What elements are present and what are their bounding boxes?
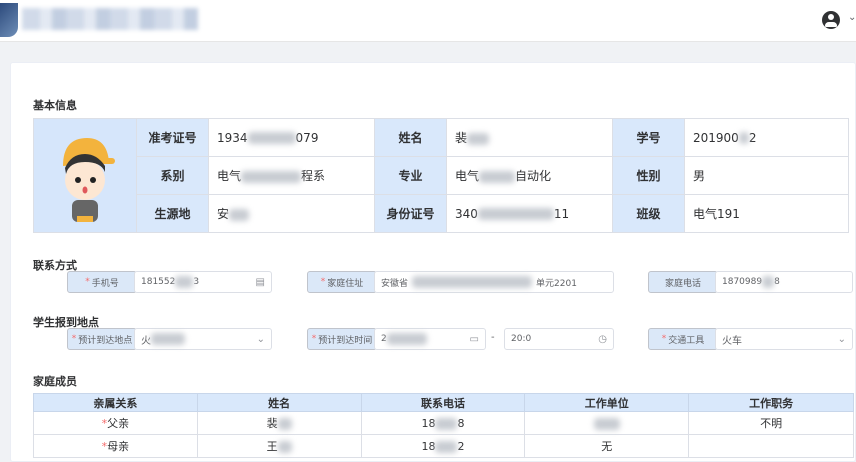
unit-cell: 无: [524, 434, 690, 458]
arrival-date-input[interactable]: 2 ▭: [374, 328, 486, 350]
home-phone-input[interactable]: 1870989 8: [715, 271, 853, 293]
gender-value: 男: [684, 156, 849, 195]
top-bar: ⌄: [0, 0, 856, 42]
arrival-time-label: * 预计到达时间: [307, 328, 377, 350]
major-value: 电气 自动化: [446, 156, 613, 195]
col-phone: 联系电话: [360, 393, 526, 412]
origin-label: 生源地: [136, 194, 209, 233]
address-input[interactable]: 安徽省 单元2201: [374, 271, 614, 293]
name-label: 姓名: [374, 118, 447, 157]
id-value: 340 11: [446, 194, 613, 233]
phone-input[interactable]: 181552 3 ▤: [134, 271, 272, 293]
chevron-down-icon[interactable]: ⌄: [848, 12, 856, 23]
clock-icon: ◷: [598, 334, 607, 345]
col-job: 工作职务: [688, 393, 854, 412]
relation-cell: *父亲: [33, 411, 198, 435]
time-separator: -: [491, 332, 495, 343]
phone-cell: 18 2: [360, 434, 526, 458]
arrival-place-label: * 预计到达地点: [67, 328, 137, 350]
name-cell: 裴: [196, 411, 362, 435]
app-title: [22, 8, 198, 30]
col-name: 姓名: [196, 393, 362, 412]
name-value: 裴: [446, 118, 613, 157]
address-label: * 家庭住址: [307, 271, 377, 293]
col-unit: 工作单位: [524, 393, 690, 412]
dept-label: 系别: [136, 156, 209, 195]
class-label: 班级: [612, 194, 685, 233]
table-row[interactable]: *母亲 王 18 2 无: [33, 434, 854, 458]
dept-value: 电气 程系: [208, 156, 375, 195]
gender-label: 性别: [612, 156, 685, 195]
arrival-place-select[interactable]: 火 ⌄: [134, 328, 272, 350]
col-relation: 亲属关系: [33, 393, 198, 412]
contact-card-icon: ▤: [255, 277, 265, 288]
table-header-row: 亲属关系 姓名 联系电话 工作单位 工作职务: [33, 393, 854, 412]
section-family-title: 家庭成员: [33, 375, 77, 388]
home-phone-label: 家庭电话: [648, 271, 718, 293]
app-logo: [0, 3, 18, 37]
chevron-down-icon: ⌄: [837, 334, 846, 345]
job-cell: [688, 434, 854, 458]
job-cell: 不明: [688, 411, 854, 435]
transport-label: * 交通工具: [648, 328, 718, 350]
avatar-icon: [63, 138, 115, 222]
unit-cell: [524, 411, 690, 435]
exam-no-value: 1934 079: [208, 118, 375, 157]
student-info-card: 基本信息 准考证号 1934 079 姓名 裴 学号 201900 2 系别 电…: [10, 62, 856, 462]
arrival-time-input[interactable]: 20:0 ◷: [504, 328, 614, 350]
relation-cell: *母亲: [33, 434, 198, 458]
basic-info-table: 准考证号 1934 079 姓名 裴 学号 201900 2 系别 电气 程系 专业 …: [33, 118, 849, 233]
table-row[interactable]: *父亲 裴 18 8 不明: [33, 411, 854, 435]
student-no-value: 201900 2: [684, 118, 849, 157]
transport-select[interactable]: 火车 ⌄: [715, 328, 853, 350]
family-table: 亲属关系 姓名 联系电话 工作单位 工作职务 *父亲 裴 18 8 不明 *母亲 …: [33, 393, 854, 458]
exam-no-label: 准考证号: [136, 118, 209, 157]
id-label: 身份证号: [374, 194, 447, 233]
major-label: 专业: [374, 156, 447, 195]
section-basic-title: 基本信息: [33, 99, 77, 112]
phone-label: * 手机号: [67, 271, 137, 293]
avatar: [33, 118, 137, 233]
student-no-label: 学号: [612, 118, 685, 157]
chevron-down-icon: ⌄: [256, 334, 265, 345]
class-value: 电气191: [684, 194, 849, 233]
user-circle-icon[interactable]: [822, 11, 840, 29]
origin-value: 安: [208, 194, 375, 233]
calendar-icon: ▭: [469, 334, 479, 345]
phone-cell: 18 8: [360, 411, 526, 435]
name-cell: 王: [196, 434, 362, 458]
